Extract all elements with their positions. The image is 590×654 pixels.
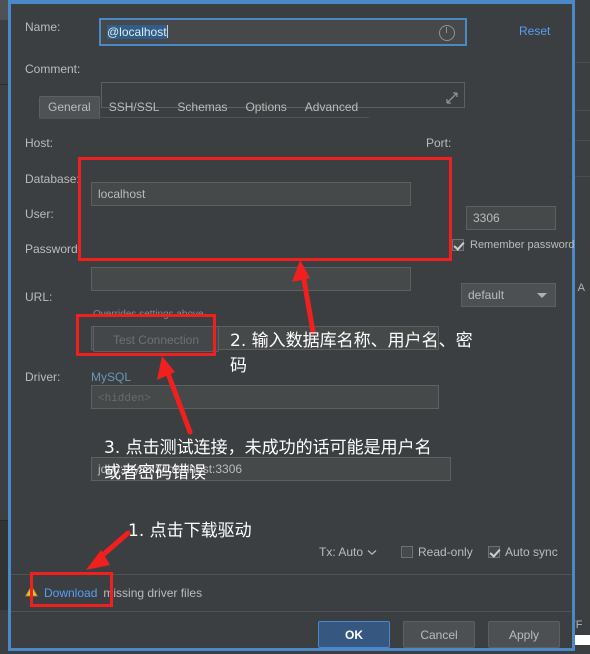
password-input[interactable]: <hidden> [91, 385, 439, 409]
missing-driver-notice: Download missing driver files [25, 585, 202, 600]
tx-mode-label: Tx: Auto [319, 545, 364, 559]
settings-tabs: General SSH/SSL Schemas Options Advanced [39, 96, 367, 119]
host-input[interactable]: localhost [91, 182, 411, 206]
scheme-select[interactable]: default [461, 283, 556, 307]
url-label: URL: [25, 290, 53, 304]
url-input[interactable]: jdbc:mysql://localhost:3306 [91, 457, 451, 481]
ide-left-strip-panel [0, 521, 8, 610]
host-label: Host: [25, 136, 54, 150]
auto-sync-checkbox-box[interactable] [488, 546, 500, 558]
port-label: Port: [426, 136, 452, 150]
name-input[interactable]: @localhost [99, 18, 467, 46]
footer-divider-top [11, 574, 572, 575]
read-only-label: Read-only [418, 545, 473, 559]
ide-left-strip-highlight [0, 0, 8, 20]
comment-label: Comment: [25, 62, 81, 76]
database-label: Database: [25, 172, 80, 186]
tab-options[interactable]: Options [236, 96, 295, 119]
chevron-down-icon[interactable] [537, 293, 547, 298]
tabs-underline [39, 117, 369, 118]
url-input-value: jdbc:mysql://localhost:3306 [98, 462, 243, 476]
tx-mode-dropdown[interactable]: Tx: Auto [319, 545, 377, 559]
name-label: Name: [25, 20, 61, 34]
url-hint: Overrides settings above [93, 309, 204, 320]
apply-button[interactable]: Apply [488, 621, 560, 648]
remember-password-checkbox-box[interactable] [452, 239, 464, 251]
reset-link[interactable]: Reset [519, 24, 550, 38]
comment-row: Comment: [25, 62, 99, 76]
remember-password-checkbox[interactable]: Remember password [452, 239, 575, 251]
driver-link[interactable]: MySQL [91, 370, 131, 384]
data-source-dialog-body: Name: @localhost Reset Comment: General … [11, 4, 575, 648]
data-source-dialog: Name: @localhost Reset Comment: General … [8, 0, 575, 651]
ide-left-tool-strip [0, 0, 8, 654]
refresh-circle-icon[interactable] [439, 25, 455, 41]
download-driver-link[interactable]: Download [44, 586, 97, 600]
user-label: User: [25, 207, 54, 221]
driver-label: Driver: [25, 370, 61, 384]
name-input-value: @localhost [107, 25, 167, 39]
scheme-select-value: default [468, 288, 505, 302]
port-input-value: 3306 [473, 211, 500, 225]
name-row: Name: [25, 20, 99, 34]
expand-arrow-icon[interactable] [446, 89, 458, 104]
cancel-button[interactable]: Cancel [403, 621, 475, 648]
read-only-checkbox-box[interactable] [401, 546, 413, 558]
ide-left-strip-divider-1 [0, 84, 8, 85]
password-label: Password: [25, 242, 82, 256]
auto-sync-checkbox[interactable]: Auto sync [488, 545, 558, 559]
tab-general[interactable]: General [39, 96, 100, 119]
test-connection-button[interactable]: Test Connection [93, 326, 219, 352]
port-input[interactable]: 3306 [466, 206, 556, 230]
text-caret [166, 25, 168, 38]
database-input[interactable] [91, 267, 411, 291]
tab-schemas[interactable]: Schemas [168, 96, 236, 119]
tab-advanced[interactable]: Advanced [296, 96, 367, 119]
chevron-down-icon[interactable] [367, 545, 377, 559]
remember-password-label: Remember password [470, 239, 575, 251]
auto-sync-label: Auto sync [505, 545, 558, 559]
host-input-value: localhost [98, 187, 146, 201]
read-only-checkbox[interactable]: Read-only [401, 545, 473, 559]
ok-button[interactable]: OK [318, 621, 390, 648]
footer-divider-bottom [11, 611, 572, 612]
missing-driver-text: missing driver files [103, 585, 203, 600]
tab-ssh-ssl[interactable]: SSH/SSL [100, 96, 169, 119]
password-placeholder: <hidden> [98, 393, 151, 405]
warning-triangle-icon [25, 585, 38, 600]
